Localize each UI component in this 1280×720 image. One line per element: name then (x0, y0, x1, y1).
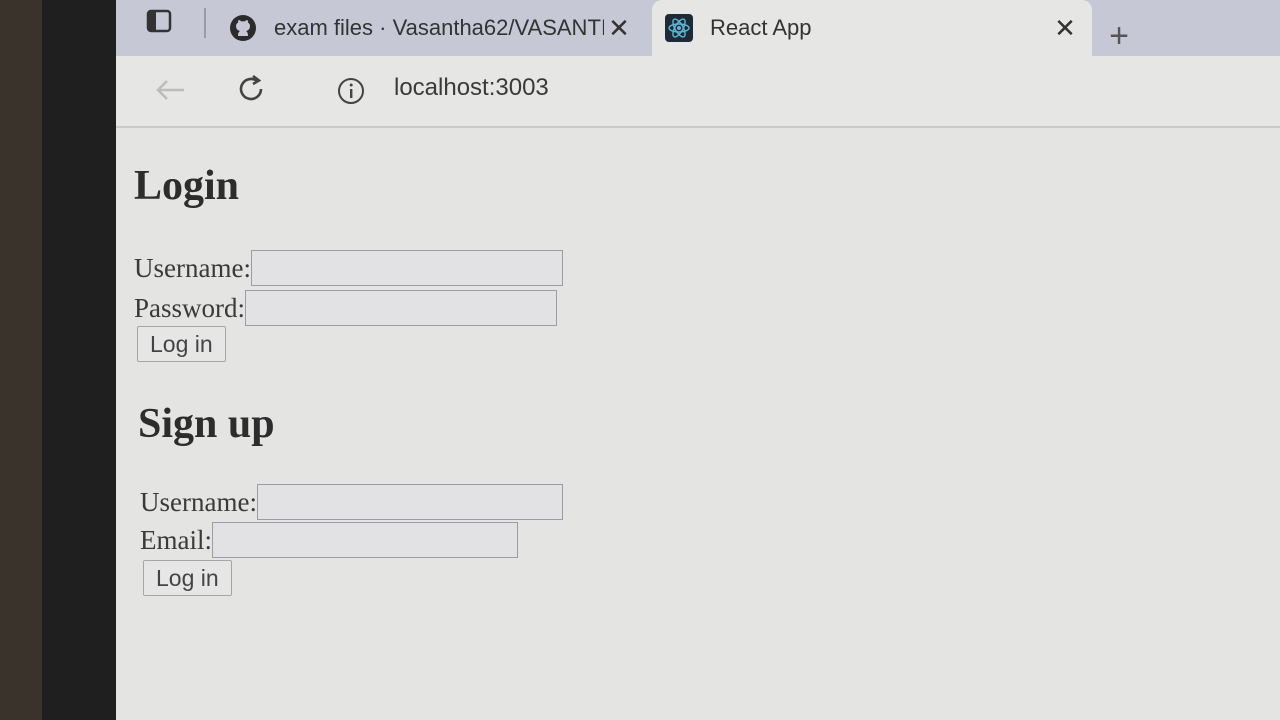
signup-email-row: Email: (140, 522, 518, 558)
login-username-input[interactable] (250, 250, 563, 286)
tab-title: React App (710, 15, 812, 40)
login-password-row: Password: (134, 290, 558, 326)
login-password-label: Password: (134, 292, 246, 323)
back-arrow-icon[interactable] (152, 72, 188, 108)
browser-window: exam files · Vasantha62/VASANTI ✕ React … (116, 0, 1280, 720)
react-icon (664, 13, 694, 43)
site-info-icon[interactable] (334, 74, 368, 108)
address-bar-url[interactable]: localhost:3003 (394, 74, 549, 102)
login-username-label: Username: (134, 252, 251, 283)
address-toolbar: localhost:3003 (116, 56, 1280, 128)
new-tab-icon[interactable]: + (1104, 17, 1134, 55)
page-content: Login Username: Password: Log in Sign up… (116, 128, 1280, 720)
tab-github[interactable]: exam files · Vasantha62/VASANTI ✕ (216, 0, 646, 56)
tab-react-app[interactable]: React App ✕ (652, 0, 1092, 56)
login-username-row: Username: (134, 250, 563, 286)
monitor-bezel-inner (42, 0, 118, 720)
signup-username-row: Username: (140, 484, 563, 520)
login-submit-button[interactable]: Log in (137, 326, 226, 362)
tab-title: exam files · Vasantha62/VASANTI (274, 15, 604, 40)
signup-username-input[interactable] (256, 484, 563, 520)
close-tab-icon[interactable]: ✕ (1050, 13, 1080, 43)
login-heading: Login (134, 163, 240, 209)
tab-actions-icon[interactable] (146, 8, 172, 34)
signup-username-label: Username: (140, 486, 257, 517)
tab-strip: exam files · Vasantha62/VASANTI ✕ React … (116, 0, 1280, 62)
signup-email-input[interactable] (211, 522, 518, 558)
signup-submit-button[interactable]: Log in (143, 560, 232, 596)
signup-email-label: Email: (140, 524, 212, 555)
github-icon (228, 13, 258, 43)
signup-heading: Sign up (138, 401, 275, 447)
login-password-input[interactable] (245, 290, 558, 326)
reload-icon[interactable] (232, 70, 270, 108)
close-tab-icon[interactable]: ✕ (604, 13, 634, 43)
tab-separator (204, 8, 206, 38)
